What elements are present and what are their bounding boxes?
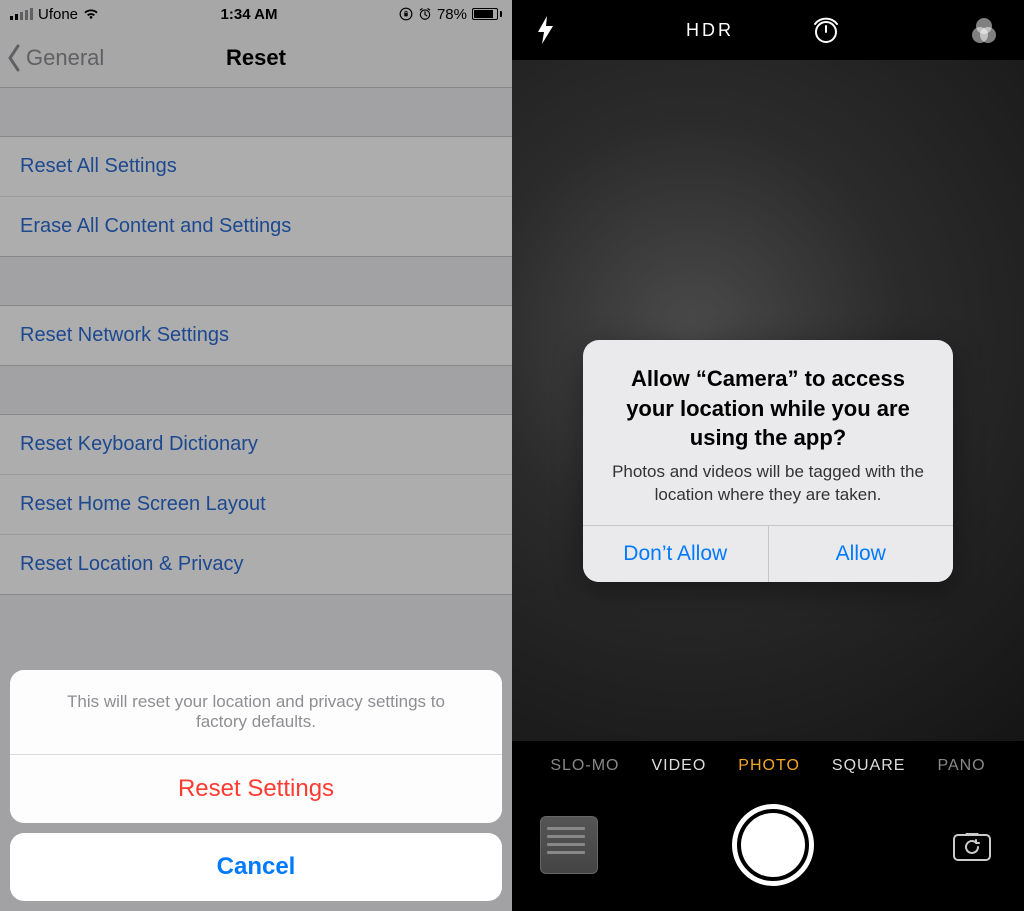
- hdr-button[interactable]: HDR: [686, 20, 734, 41]
- mode-video[interactable]: VIDEO: [651, 757, 706, 775]
- reset-location-and-privacy[interactable]: Reset Location & Privacy: [0, 535, 512, 594]
- battery-percent: 78%: [437, 6, 467, 23]
- battery-icon: [472, 8, 502, 20]
- action-sheet: This will reset your location and privac…: [10, 670, 502, 901]
- action-sheet-main: This will reset your location and privac…: [10, 670, 502, 823]
- mode-slomo[interactable]: SLO-MO: [550, 757, 619, 775]
- settings-screen: Ufone 1:34 AM 78%: [0, 0, 512, 911]
- reset-settings-button[interactable]: Reset Settings: [10, 755, 502, 823]
- flip-camera-button[interactable]: [948, 821, 996, 869]
- reset-group-1: Reset All Settings Erase All Content and…: [0, 136, 512, 257]
- mode-selector[interactable]: SLO-MO VIDEO PHOTO SQUARE PANO: [512, 741, 1024, 791]
- dont-allow-button[interactable]: Don’t Allow: [583, 526, 768, 582]
- alert-subtitle: Photos and videos will be tagged with th…: [605, 461, 931, 507]
- status-left: Ufone: [10, 6, 99, 23]
- camera-bottom-bar: SLO-MO VIDEO PHOTO SQUARE PANO: [512, 741, 1024, 911]
- mode-square[interactable]: SQUARE: [832, 757, 906, 775]
- alarm-icon: [418, 7, 432, 21]
- reset-group-2: Reset Network Settings: [0, 305, 512, 366]
- flash-icon[interactable]: [536, 16, 556, 44]
- chevron-left-icon: [6, 44, 22, 72]
- camera-screen: HDR SLO-MO VIDEO PHOTO SQUARE PANO: [512, 0, 1024, 911]
- reset-group-3: Reset Keyboard Dictionary Reset Home Scr…: [0, 414, 512, 595]
- camera-top-bar: HDR: [512, 0, 1024, 60]
- mode-photo[interactable]: PHOTO: [738, 757, 800, 775]
- permission-alert: Allow “Camera” to access your location w…: [583, 340, 953, 582]
- last-photo-thumbnail[interactable]: [540, 816, 598, 874]
- status-right: 78%: [399, 6, 502, 23]
- erase-all-content[interactable]: Erase All Content and Settings: [0, 197, 512, 256]
- alert-title: Allow “Camera” to access your location w…: [605, 364, 931, 453]
- reset-home-screen-layout[interactable]: Reset Home Screen Layout: [0, 475, 512, 535]
- signal-icon: [10, 8, 33, 20]
- wifi-icon: [83, 8, 99, 20]
- action-sheet-message: This will reset your location and privac…: [10, 670, 502, 755]
- allow-button[interactable]: Allow: [768, 526, 954, 582]
- reset-network-settings[interactable]: Reset Network Settings: [0, 306, 512, 365]
- shutter-button[interactable]: [732, 804, 814, 886]
- carrier-label: Ufone: [38, 6, 78, 23]
- filters-icon[interactable]: [968, 15, 1000, 45]
- back-button[interactable]: General: [6, 44, 104, 72]
- reset-all-settings[interactable]: Reset All Settings: [0, 137, 512, 197]
- flip-camera-icon: [951, 827, 993, 863]
- page-title: Reset: [226, 45, 286, 71]
- status-bar: Ufone 1:34 AM 78%: [0, 0, 512, 28]
- reset-keyboard-dictionary[interactable]: Reset Keyboard Dictionary: [0, 415, 512, 475]
- back-label: General: [26, 45, 104, 71]
- mode-pano[interactable]: PANO: [937, 757, 985, 775]
- status-time: 1:34 AM: [221, 6, 278, 23]
- timer-icon[interactable]: [811, 15, 841, 45]
- rotation-lock-icon: [399, 7, 413, 21]
- nav-bar: General Reset: [0, 28, 512, 88]
- cancel-button[interactable]: Cancel: [10, 833, 502, 901]
